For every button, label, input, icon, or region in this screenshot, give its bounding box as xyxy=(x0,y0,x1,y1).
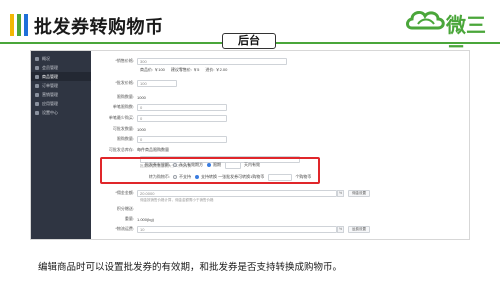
single-limit-input[interactable]: 0 xyxy=(137,103,227,111)
field-label: 单笔最少购买: xyxy=(108,115,134,120)
commission-input[interactable]: 20.0000 xyxy=(137,189,337,197)
field-label: 可批发总库存: xyxy=(108,147,134,152)
accent-bar-green xyxy=(17,14,21,36)
field-label: 可批发数量: xyxy=(112,126,134,131)
wholesale-price-input[interactable]: 100 xyxy=(137,79,177,87)
shipping-settings-button[interactable]: 运费设置 xyxy=(348,225,370,233)
highlight-box xyxy=(100,157,320,184)
field-label: 限购数量: xyxy=(116,136,134,141)
sidebar-item-orders[interactable]: 订单管理 xyxy=(31,81,91,90)
menu-icon xyxy=(35,65,39,70)
menu-icon xyxy=(35,56,39,61)
commission-settings-button[interactable]: 佣金设置 xyxy=(348,189,370,197)
commission-hint: 佣金按销售价格计算，佣金金额需小于销售价格 xyxy=(140,198,214,202)
field-label: 单笔限购数: xyxy=(112,104,134,109)
sidebar: 概况 会员管理 商品管理 订单管理 营销管理 应用管理 设置中心 xyxy=(31,51,91,239)
field-label: 限购数量: xyxy=(116,94,134,99)
form-row-total-stock: 可批发总库存: 每件商品限购数量 xyxy=(97,146,169,154)
limit-qty-input[interactable]: 0 xyxy=(137,135,227,143)
form-row-single-limit: 单笔限购数: 0 xyxy=(97,103,227,111)
price-summary: 商品价: ￥100 建议零售价: ￥5 进价: ￥2.00 xyxy=(140,66,227,74)
limit-value: 1000 xyxy=(137,94,146,100)
accent-bar-blue xyxy=(24,14,28,36)
retail-price: 建议零售价: ￥5 xyxy=(170,67,200,72)
product-edit-form: *销售价格: 300 商品价: ￥100 建议零售价: ￥5 进价: ￥2.00… xyxy=(97,53,469,239)
field-label: *物流运费: xyxy=(115,226,134,231)
form-row-min-purchase: 单笔最少购买: 0 xyxy=(97,114,227,122)
base-price: 商品价: ￥100 xyxy=(140,67,165,72)
field-label: *批发价格: xyxy=(115,80,134,85)
field-label: *销售价格: xyxy=(115,58,134,63)
form-row-weight: 重量: 1.000(kg) xyxy=(97,215,154,223)
section-tag: 后台 xyxy=(222,33,276,49)
weight-value: 1.000(kg) xyxy=(137,216,154,222)
sidebar-item-overview[interactable]: 概况 xyxy=(31,54,91,63)
shipping-input[interactable]: 10 xyxy=(137,225,337,233)
form-row-points: 积分赠送: xyxy=(97,205,137,213)
brand-logo: 微三云 xyxy=(404,6,492,66)
sidebar-item-settings[interactable]: 设置中心 xyxy=(31,108,91,117)
percent-unit: % xyxy=(337,189,344,197)
menu-icon xyxy=(35,110,39,115)
form-row-sale-price: *销售价格: 300 xyxy=(97,57,287,65)
sale-price-input[interactable]: 300 xyxy=(137,57,287,65)
menu-icon xyxy=(35,83,39,88)
page-title: 批发券转购物币 xyxy=(34,17,164,37)
sidebar-item-label: 设置中心 xyxy=(42,109,58,115)
menu-icon xyxy=(35,101,39,106)
form-row-wholesale-qty: 可批发数量: 1000 xyxy=(97,125,146,133)
sidebar-item-label: 订单管理 xyxy=(42,82,58,88)
accent-bar-yellow xyxy=(10,14,14,36)
caption-text: 编辑商品时可以设置批发券的有效期，和批发券是否支持转换成购物币。 xyxy=(38,262,343,273)
field-label: *佣金金额: xyxy=(115,190,134,195)
header-accent-bars xyxy=(10,14,28,36)
admin-window: 概况 会员管理 商品管理 订单管理 营销管理 应用管理 设置中心 *销售价格: … xyxy=(30,50,470,240)
min-purchase-input[interactable]: 0 xyxy=(137,114,227,122)
cloud-logo-icon xyxy=(406,10,445,30)
menu-icon xyxy=(35,92,39,97)
sidebar-item-label: 概况 xyxy=(42,55,50,61)
sidebar-item-products[interactable]: 商品管理 xyxy=(31,72,91,81)
sidebar-item-members[interactable]: 会员管理 xyxy=(31,63,91,72)
total-stock-value: 每件商品限购数量 xyxy=(137,147,169,152)
sidebar-menu: 概况 会员管理 商品管理 订单管理 营销管理 应用管理 设置中心 xyxy=(31,51,91,117)
sidebar-item-apps[interactable]: 应用管理 xyxy=(31,99,91,108)
percent-unit: % xyxy=(337,225,344,233)
form-row-limit: 限购数量: 1000 xyxy=(97,93,146,101)
form-row-limit-qty: 限购数量: 0 xyxy=(97,135,227,143)
wholesale-qty-value: 1000 xyxy=(137,126,146,132)
menu-icon xyxy=(35,74,39,79)
sidebar-item-label: 应用管理 xyxy=(42,100,58,106)
cost-price: 进价: ￥2.00 xyxy=(205,67,228,72)
form-row-shipping: *物流运费: 10 % 运费设置 xyxy=(97,225,370,233)
field-label: 积分赠送: xyxy=(116,206,134,211)
sidebar-item-label: 商品管理 xyxy=(42,73,58,79)
form-row-commission: *佣金金额: 20.0000 % 佣金设置 xyxy=(97,189,370,197)
sidebar-item-marketing[interactable]: 营销管理 xyxy=(31,90,91,99)
field-label: 重量: xyxy=(124,216,134,221)
form-row-wholesale-price: *批发价格: 100 xyxy=(97,79,177,87)
sidebar-item-label: 营销管理 xyxy=(42,91,58,97)
sidebar-item-label: 会员管理 xyxy=(42,64,58,70)
